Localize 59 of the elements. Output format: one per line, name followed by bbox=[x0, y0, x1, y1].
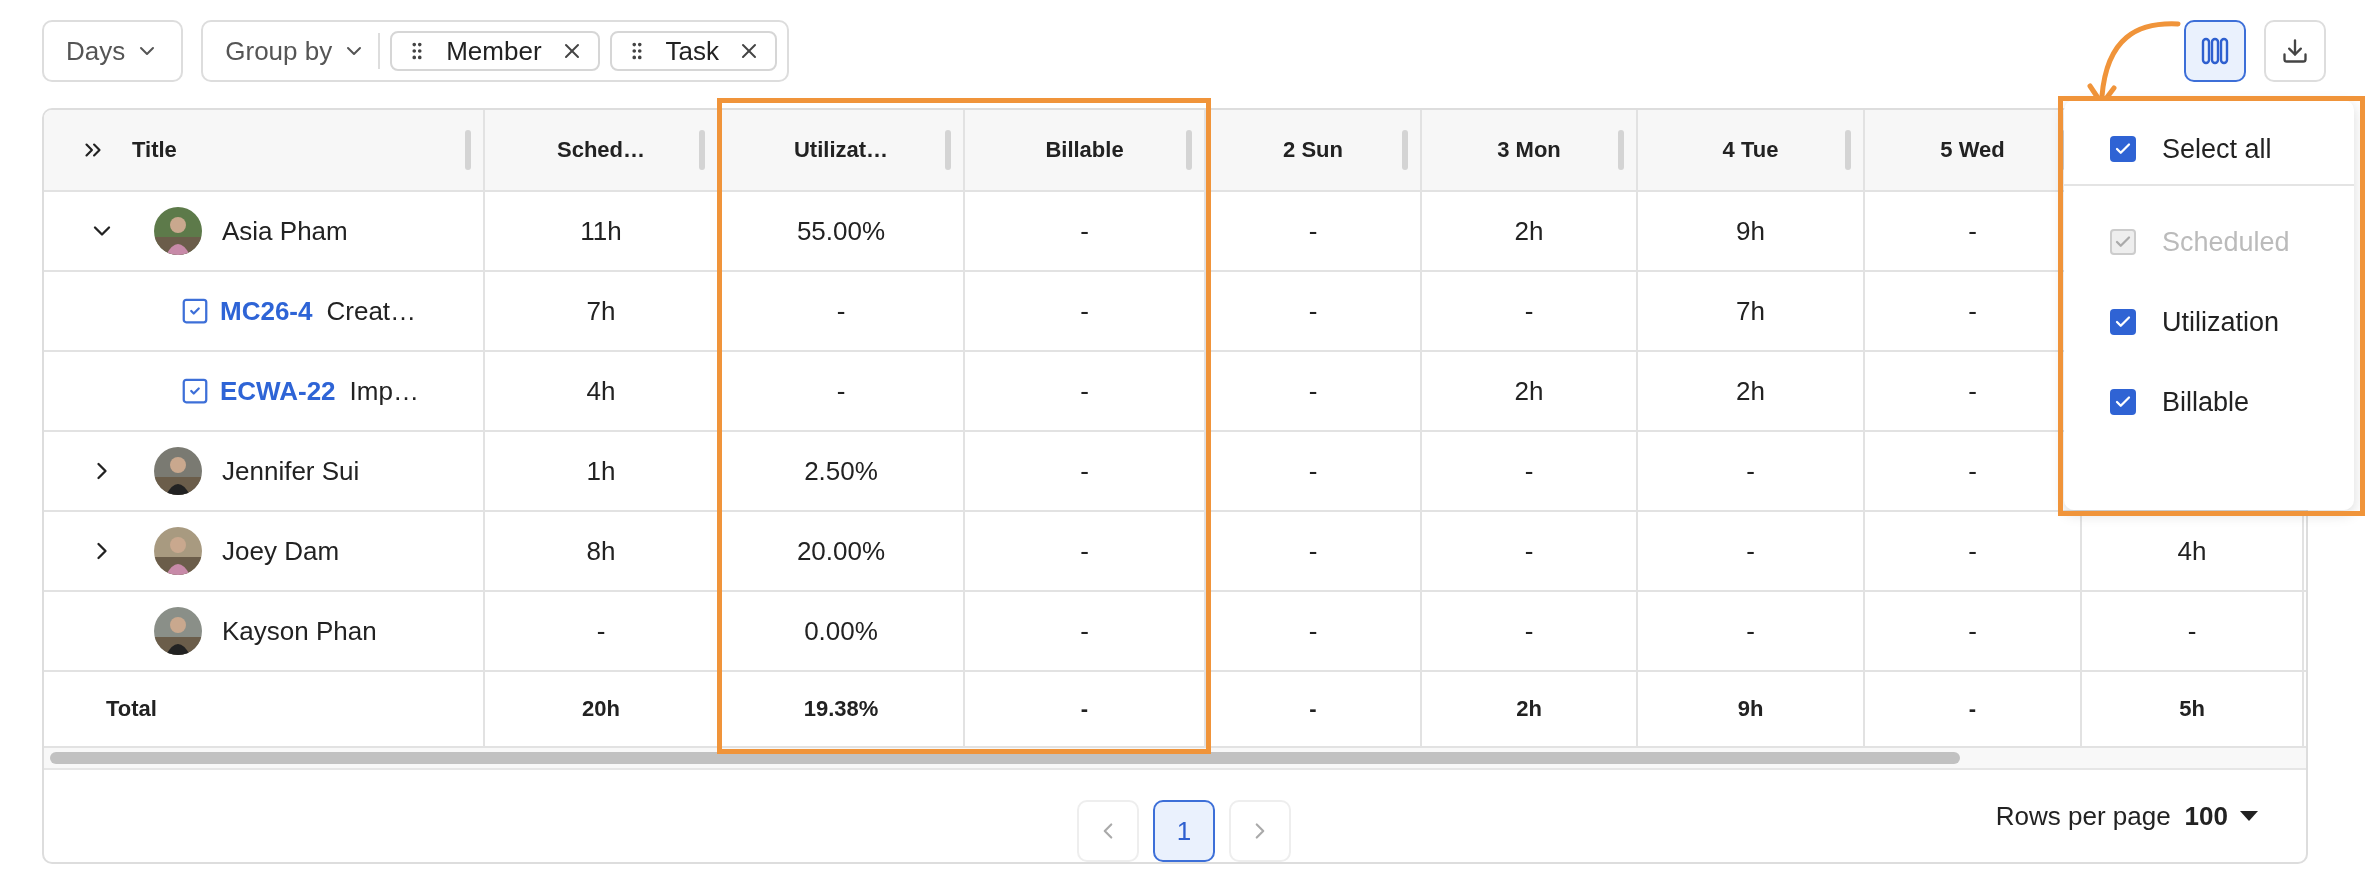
task-title: Imp… bbox=[349, 375, 419, 407]
table-cell: - bbox=[965, 672, 1206, 748]
group-chip[interactable]: Task bbox=[609, 31, 778, 71]
table-cell: 5h bbox=[2082, 672, 2304, 748]
table-cell: - bbox=[1865, 672, 2082, 748]
table-cell: 0.00% bbox=[719, 592, 965, 672]
table-cell: - bbox=[965, 352, 1206, 432]
chip-label: Member bbox=[446, 35, 542, 67]
table-cell: - bbox=[719, 352, 965, 432]
column-header[interactable]: 3 Mon bbox=[1422, 110, 1638, 192]
table-cell: - bbox=[2082, 592, 2304, 672]
column-header[interactable]: Utilizat… bbox=[719, 110, 965, 192]
table-cell: - bbox=[1422, 432, 1638, 512]
column-header[interactable]: Sched… bbox=[485, 110, 719, 192]
member-name: Joey Dam bbox=[222, 535, 340, 567]
task-title: Creat… bbox=[326, 295, 417, 327]
task-key[interactable]: ECWA-22 bbox=[220, 375, 336, 407]
table-cell: 2.50% bbox=[719, 432, 965, 512]
table-cell: 20.00% bbox=[719, 512, 965, 592]
menu-item-label[interactable]: Utilization bbox=[2162, 306, 2280, 338]
member-name: Jennifer Sui bbox=[222, 455, 360, 487]
table-cell: - bbox=[965, 192, 1206, 272]
table-cell: - bbox=[965, 272, 1206, 352]
column-header[interactable]: 4 Tue bbox=[1638, 110, 1865, 192]
table-cell: - bbox=[965, 592, 1206, 672]
table-cell: - bbox=[1422, 592, 1638, 672]
table-cell: 2h bbox=[1422, 352, 1638, 432]
table-cell: - bbox=[965, 512, 1206, 592]
table-cell: - bbox=[1638, 592, 1865, 672]
group-by-dropdown[interactable]: Group by bbox=[225, 33, 381, 69]
rows-per-page-select[interactable]: 100 bbox=[2184, 800, 2258, 832]
page-button[interactable]: 1 bbox=[1153, 800, 1215, 862]
menu-item-label[interactable]: Select all bbox=[2162, 133, 2272, 165]
column-header[interactable]: Billable bbox=[965, 110, 1206, 192]
table-cell: - bbox=[719, 272, 965, 352]
table-cell: 9h bbox=[1638, 672, 1865, 748]
column-header[interactable]: Title bbox=[44, 110, 485, 192]
member-name: Kayson Phan bbox=[222, 615, 377, 647]
chip-label: Task bbox=[665, 35, 720, 67]
menu-item-label[interactable]: Billable bbox=[2162, 386, 2250, 418]
table-cell: 55.00% bbox=[719, 192, 965, 272]
table-cell: - bbox=[1422, 272, 1638, 352]
table-cell: 2h bbox=[1422, 672, 1638, 748]
table-cell: - bbox=[965, 432, 1206, 512]
table-cell: - bbox=[1865, 592, 2082, 672]
table-cell: - bbox=[1638, 432, 1865, 512]
table-cell: 2h bbox=[1638, 352, 1865, 432]
days-dropdown[interactable]: Days bbox=[42, 20, 184, 82]
table-cell: - bbox=[1638, 512, 1865, 592]
table-cell: 2h bbox=[1422, 192, 1638, 272]
member-name: Asia Pham bbox=[222, 215, 348, 247]
table-cell: 7h bbox=[1638, 272, 1865, 352]
task-key[interactable]: MC26-4 bbox=[220, 295, 313, 327]
group-chip[interactable]: Member bbox=[390, 31, 600, 71]
total-label: Total bbox=[106, 696, 157, 722]
table-cell: - bbox=[1422, 512, 1638, 592]
rows-per-page-label: Rows per page bbox=[1995, 800, 2171, 832]
table-cell: 19.38% bbox=[719, 672, 965, 748]
table-cell: 9h bbox=[1638, 192, 1865, 272]
